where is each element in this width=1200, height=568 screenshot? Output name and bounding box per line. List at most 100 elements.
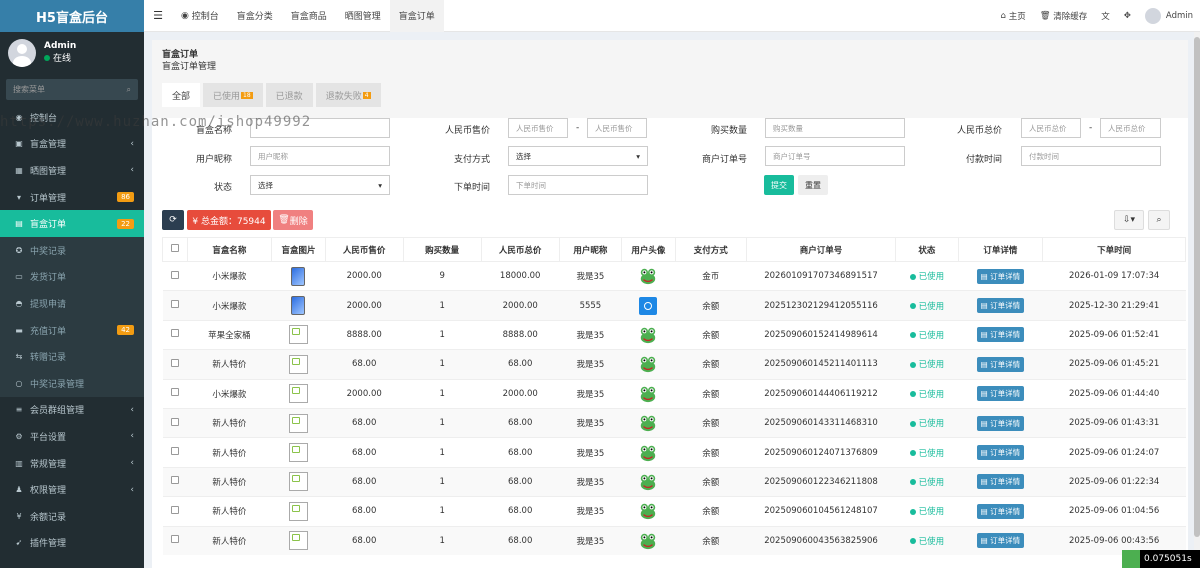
menu-search-input[interactable]: 搜索菜单 ⌕ xyxy=(6,79,138,100)
page-scrollbar[interactable] xyxy=(1194,32,1200,568)
column-header[interactable]: 用户昵称 xyxy=(558,237,623,262)
product-image[interactable] xyxy=(291,266,306,286)
translate-icon[interactable]: 文 xyxy=(1094,10,1117,22)
table-row[interactable]: 新人特价 68.00 1 68.00 我是35 余额 2025090601240713768… xyxy=(162,437,1186,468)
row-checkbox[interactable] xyxy=(170,476,179,485)
row-checkbox[interactable] xyxy=(170,535,179,544)
rmb-price-min-input[interactable]: 人民币售价 xyxy=(508,118,568,138)
sidebar-item-12[interactable]: ⚙ 平台设置 ‹ xyxy=(0,423,144,450)
merchant-order-input[interactable]: 商户订单号 xyxy=(765,146,905,166)
row-checkbox[interactable] xyxy=(170,270,179,279)
column-header[interactable]: 购买数量 xyxy=(402,237,482,262)
table-row[interactable]: 新人特价 68.00 1 68.00 我是35 余额 2025090601223462118… xyxy=(162,466,1186,497)
order-detail-button[interactable]: ▤ 订单详情 xyxy=(976,415,1025,431)
row-checkbox[interactable] xyxy=(170,329,179,338)
sidebar-item-5[interactable]: ✪ 中奖记录 xyxy=(0,236,144,264)
top-nav-tab-2[interactable]: 盲盒商品 xyxy=(282,0,336,32)
top-nav-tab-4[interactable]: 盲盒订单 xyxy=(389,0,444,32)
column-header[interactable]: 人民币售价 xyxy=(324,237,404,262)
reset-button[interactable]: 重置 xyxy=(798,175,828,195)
row-checkbox[interactable] xyxy=(170,417,179,426)
order-detail-button[interactable]: ▤ 订单详情 xyxy=(976,327,1025,343)
search-toggle-button[interactable]: ⌕ xyxy=(1148,210,1170,230)
sidebar-item-7[interactable]: ◓ 提现申请 xyxy=(0,290,144,317)
table-row[interactable]: 小米爆款 2000.00 9 18000.00 我是35 金币 20260109170734… xyxy=(162,260,1186,291)
select-all-checkbox[interactable] xyxy=(170,244,179,252)
order-detail-button[interactable]: ▤ 订单详情 xyxy=(976,386,1025,402)
broken-image-icon[interactable] xyxy=(288,531,308,551)
broken-image-icon[interactable] xyxy=(288,472,308,492)
product-image[interactable] xyxy=(291,296,306,316)
row-checkbox[interactable] xyxy=(170,358,179,367)
column-header[interactable]: 支付方式 xyxy=(674,237,747,262)
row-checkbox[interactable] xyxy=(170,505,179,514)
total-amount-button[interactable]: ¥ 总金额：75944 xyxy=(187,210,271,230)
submit-button[interactable]: 提交 xyxy=(764,175,794,195)
top-nav-tab-0[interactable]: ◉ 控制台 xyxy=(172,0,228,32)
table-row[interactable]: 新人特价 68.00 1 68.00 我是35 余额 2025090600435638259… xyxy=(162,525,1186,556)
sidebar-item-13[interactable]: ▥ 常规管理 ‹ xyxy=(0,450,144,477)
export-button[interactable]: ⇩▾ xyxy=(1114,210,1144,230)
user-menu[interactable]: Admin xyxy=(1138,7,1200,24)
sidebar-item-6[interactable]: ▭ 发货订单 xyxy=(0,263,144,291)
tab-2[interactable]: 已退款 xyxy=(265,83,313,107)
rmb-total-min-input[interactable]: 人民币总价 xyxy=(1021,118,1081,138)
sidebar-item-16[interactable]: ➹ 插件管理 xyxy=(0,530,144,557)
row-checkbox[interactable] xyxy=(170,300,179,309)
broken-image-icon[interactable] xyxy=(288,325,308,345)
order-detail-button[interactable]: ▤ 订单详情 xyxy=(976,268,1025,284)
broken-image-icon[interactable] xyxy=(288,501,308,521)
sidebar-item-1[interactable]: ▣ 盲盒管理 ‹ xyxy=(0,131,144,158)
brand-logo[interactable]: H5盲盒后台 xyxy=(0,0,144,32)
table-row[interactable]: 新人特价 68.00 1 68.00 我是35 余额 2025090601433114683… xyxy=(162,407,1186,438)
column-header[interactable]: 商户订单号 xyxy=(745,237,897,262)
tab-1[interactable]: 已使用 18 xyxy=(203,83,263,107)
table-row[interactable]: 新人特价 68.00 1 68.00 我是35 余额 2025090601452114011… xyxy=(162,349,1186,380)
broken-image-icon[interactable] xyxy=(288,413,308,433)
tab-3[interactable]: 退款失败 4 xyxy=(315,83,381,107)
delete-button[interactable]: 🗑 删除 xyxy=(273,210,313,230)
sidebar-item-2[interactable]: ▦ 晒图管理 ‹ xyxy=(0,157,144,184)
fullscreen-icon[interactable]: ✥ xyxy=(1117,11,1138,21)
order-detail-button[interactable]: ▤ 订单详情 xyxy=(976,356,1025,372)
broken-image-icon[interactable] xyxy=(288,354,308,374)
sidebar-item-15[interactable]: ¥ 余额记录 xyxy=(0,503,144,530)
home-link[interactable]: ⌂ 主页 xyxy=(994,10,1033,22)
order-detail-button[interactable]: ▤ 订单详情 xyxy=(976,445,1025,461)
status-select[interactable]: 选择 ▾ xyxy=(250,175,390,195)
sidebar-item-10[interactable]: ○ 中奖记录管理 xyxy=(0,369,144,397)
table-row[interactable]: 苹果全家桶 8888.00 1 8888.00 我是35 余额 20250906015241… xyxy=(162,319,1186,350)
qty-input[interactable]: 购买数量 xyxy=(765,118,905,138)
column-header[interactable]: 下单时间 xyxy=(1042,237,1186,262)
table-row[interactable]: 小米爆款 2000.00 1 2000.00 5555 余额 202512302129412… xyxy=(162,290,1186,321)
sidebar-item-14[interactable]: ♟ 权限管理 ‹ xyxy=(0,476,144,503)
refresh-button[interactable]: ⟳ xyxy=(162,210,184,230)
table-row[interactable]: 小米爆款 2000.00 1 2000.00 我是35 余额 202509060144406… xyxy=(162,378,1186,409)
sidebar-item-3[interactable]: ▾ 订单管理 86 xyxy=(0,184,144,211)
paytime-input[interactable]: 付款时间 xyxy=(1021,146,1161,166)
column-header[interactable]: 盲盒图片 xyxy=(271,237,326,262)
row-checkbox[interactable] xyxy=(170,388,179,397)
order-detail-button[interactable]: ▤ 订单详情 xyxy=(976,533,1025,549)
nickname-input[interactable]: 用户昵称 xyxy=(250,146,390,166)
sidebar-item-9[interactable]: ⇆ 转赠记录 xyxy=(0,343,144,370)
table-row[interactable]: 新人特价 68.00 1 68.00 我是35 余额 2025090601045612481… xyxy=(162,496,1186,527)
ordertime-input[interactable]: 下单时间 xyxy=(508,175,648,195)
column-header[interactable]: 订单详情 xyxy=(957,237,1044,262)
order-detail-button[interactable]: ▤ 订单详情 xyxy=(976,298,1025,314)
column-header[interactable]: 人民币总价 xyxy=(480,237,560,262)
menu-toggle-icon[interactable]: ☰ xyxy=(144,9,172,22)
sidebar-item-8[interactable]: ▬ 充值订单 42 xyxy=(0,316,144,344)
order-detail-button[interactable]: ▤ 订单详情 xyxy=(976,503,1025,519)
pay-method-select[interactable]: 选择 ▾ xyxy=(508,146,648,166)
row-checkbox[interactable] xyxy=(170,447,179,456)
sidebar-item-11[interactable]: ≡ 会员群组管理 ‹ xyxy=(0,397,144,424)
sidebar-item-4[interactable]: ▤ 盲盒订单 22 xyxy=(0,210,144,237)
rmb-total-max-input[interactable]: 人民币总价 xyxy=(1100,118,1161,138)
column-header[interactable]: 用户头像 xyxy=(621,237,676,262)
tab-0[interactable]: 全部 xyxy=(162,83,201,107)
top-nav-tab-1[interactable]: 盲盒分类 xyxy=(228,0,282,32)
top-nav-tab-3[interactable]: 晒图管理 xyxy=(336,0,390,32)
column-header[interactable]: 状态 xyxy=(895,237,959,262)
order-detail-button[interactable]: ▤ 订单详情 xyxy=(976,474,1025,490)
